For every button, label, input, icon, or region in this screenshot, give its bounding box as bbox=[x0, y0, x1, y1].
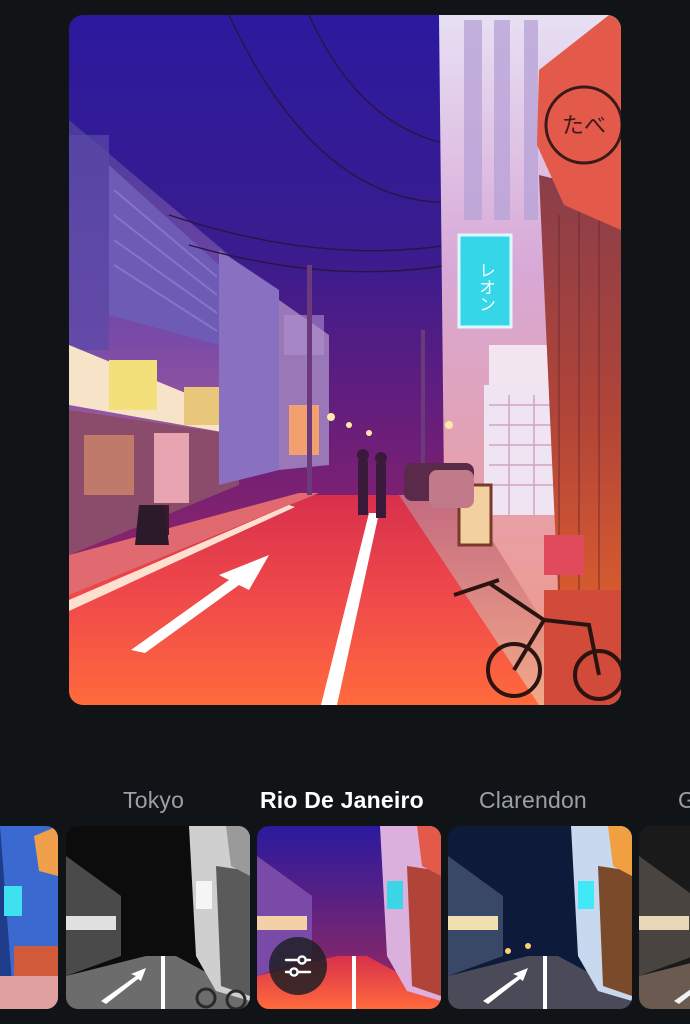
adjust-button[interactable] bbox=[269, 937, 327, 995]
filter-thumb-next[interactable] bbox=[639, 826, 690, 1009]
street-scene: レオン たべ bbox=[69, 15, 621, 705]
thumb-scene bbox=[639, 826, 690, 1009]
filter-label-clarendon[interactable]: Clarendon bbox=[479, 784, 587, 816]
filter-thumb-rio-de-janeiro[interactable] bbox=[257, 826, 441, 1009]
filter-thumb-clarendon[interactable] bbox=[448, 826, 632, 1009]
filter-thumb-tokyo[interactable] bbox=[66, 826, 250, 1009]
svg-text:たべ: たべ bbox=[562, 114, 606, 139]
filter-thumb-previous[interactable] bbox=[0, 826, 58, 1009]
filter-editor-screen: { "editor": { "selected_filter": "Rio De… bbox=[0, 0, 690, 1024]
photo-preview[interactable]: レオン たべ bbox=[69, 15, 621, 705]
thumb-scene bbox=[448, 826, 632, 1009]
filter-label-rio-de-janeiro[interactable]: Rio De Janeiro bbox=[260, 784, 424, 816]
thumb-scene bbox=[66, 826, 250, 1009]
sliders-icon bbox=[284, 955, 312, 977]
filter-label-tokyo[interactable]: Tokyo bbox=[123, 784, 184, 816]
thumb-scene bbox=[0, 826, 58, 1009]
svg-text:レオン: レオン bbox=[475, 262, 495, 313]
filter-label-next[interactable]: G bbox=[678, 784, 690, 816]
